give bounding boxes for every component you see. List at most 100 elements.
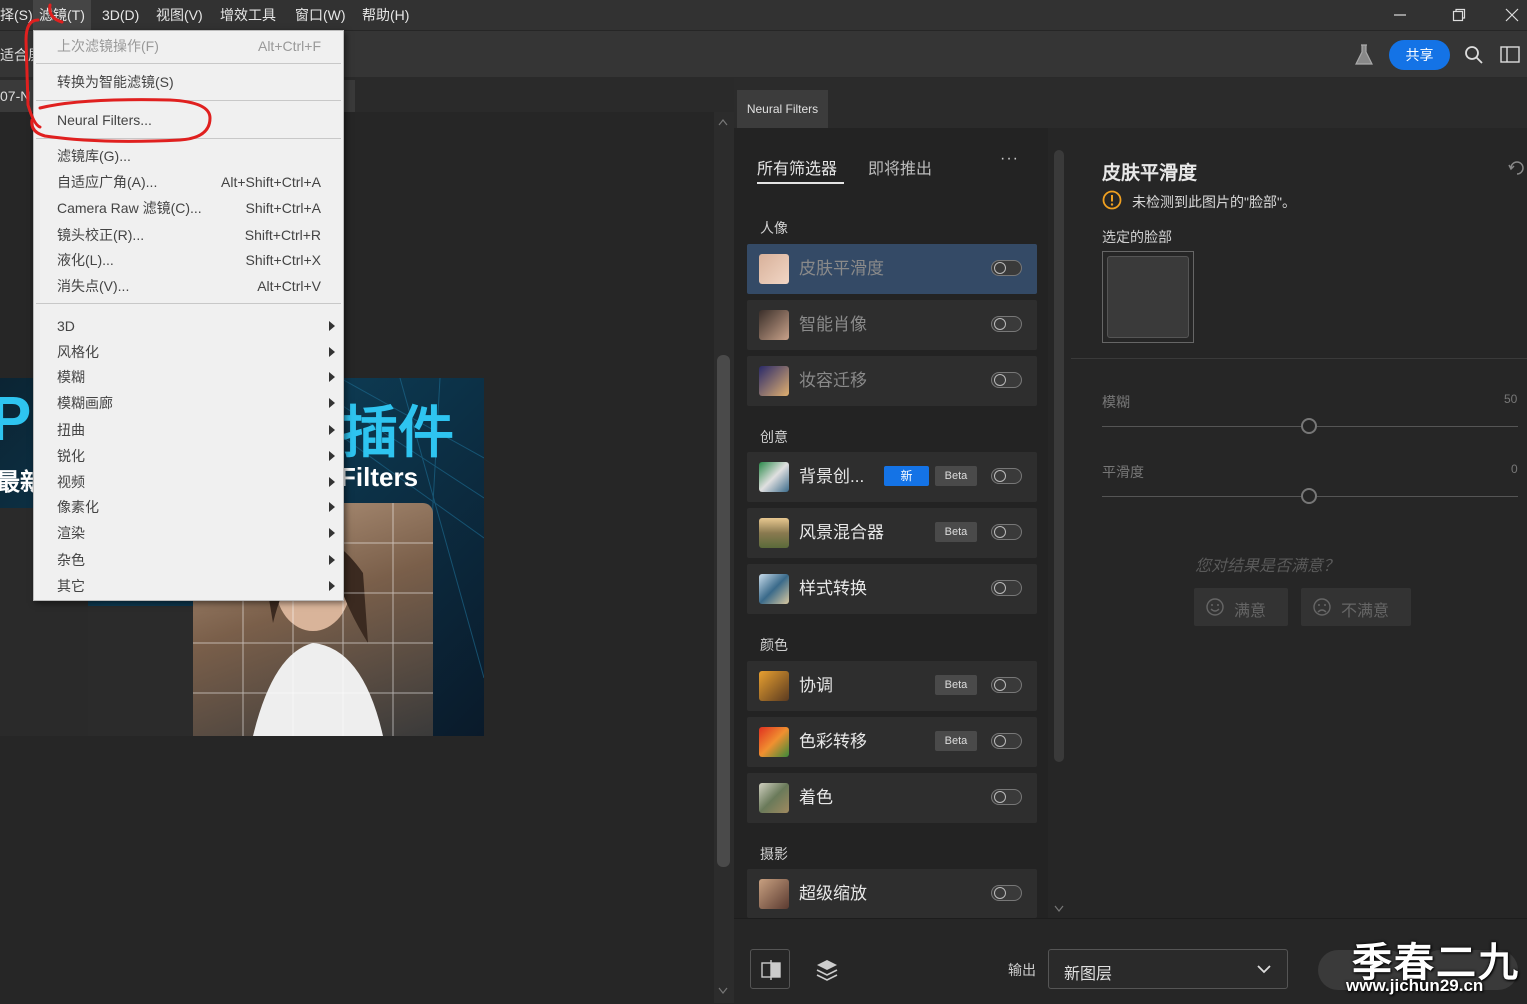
filter-row-super-zoom[interactable]: 超级缩放 — [747, 869, 1037, 918]
image-text-plugin: 插件 — [342, 401, 454, 464]
output-select[interactable]: 新图层 — [1048, 949, 1288, 989]
search-icon[interactable] — [1464, 45, 1484, 70]
style-transfer-thumbnail — [759, 574, 789, 604]
canvas-scrollbar[interactable] — [714, 112, 734, 1003]
filter-row-background-creator[interactable]: 背景创... 新 Beta — [747, 452, 1037, 502]
selected-face-label: 选定的脸部 — [1102, 229, 1172, 245]
smoothness-slider-value: 0 — [1511, 462, 1518, 476]
satisfied-label: 满意 — [1234, 603, 1267, 620]
menu-item-vanishing-point[interactable]: 消失点(V)... Alt+Ctrl+V — [34, 273, 343, 299]
restore-icon[interactable] — [1437, 0, 1481, 30]
tab-all-filters[interactable]: 所有筛选器 — [757, 155, 837, 179]
minimize-icon[interactable] — [1378, 0, 1422, 30]
category-photography: 摄影 — [760, 846, 788, 862]
new-badge: 新 — [884, 466, 929, 486]
menu-window[interactable]: 窗口(W) — [295, 0, 346, 30]
submenu-arrow-icon — [329, 321, 335, 331]
menu-item-distort[interactable]: 扭曲 — [34, 417, 343, 443]
reset-icon[interactable] — [1508, 160, 1526, 181]
beta-badge: Beta — [935, 675, 977, 695]
filter-row-style-transfer[interactable]: 样式转换 — [747, 564, 1037, 614]
feedback-question: 您对结果是否满意？ — [1195, 558, 1340, 575]
selected-face-box[interactable] — [1102, 251, 1194, 343]
menu-bar: 择(S) 滤镜(T) 3D(D) 视图(V) 增效工具 窗口(W) 帮助(H) — [0, 0, 1527, 30]
submenu-arrow-icon — [329, 477, 335, 487]
filter-row-smart-portrait[interactable]: 智能肖像 — [747, 300, 1037, 350]
filter-row-color-transfer[interactable]: 色彩转移 Beta — [747, 717, 1037, 767]
menu-item-3d[interactable]: 3D — [34, 313, 343, 339]
menu-item-stylize[interactable]: 风格化 — [34, 339, 343, 365]
filter-name: 着色 — [799, 788, 833, 807]
toggle-switch[interactable] — [991, 316, 1022, 332]
face-thumbnail-placeholder — [1107, 256, 1189, 338]
neural-filters-tabbar — [734, 78, 1527, 128]
filter-list-scroll-thumb[interactable] — [1054, 150, 1064, 762]
toggle-switch[interactable] — [991, 524, 1022, 540]
menu-help[interactable]: 帮助(H) — [362, 0, 409, 30]
more-options-icon[interactable]: ··· — [1000, 150, 1019, 168]
menu-item-camera-raw[interactable]: Camera Raw 滤镜(C)... Shift+Ctrl+A — [34, 195, 343, 221]
layers-icon[interactable] — [814, 957, 840, 988]
filter-row-colorize[interactable]: 着色 — [747, 773, 1037, 823]
toggle-switch[interactable] — [991, 733, 1022, 749]
menu-plugins[interactable]: 增效工具 — [220, 0, 276, 30]
warning-icon — [1102, 190, 1122, 215]
submenu-arrow-icon — [329, 555, 335, 565]
submenu-arrow-icon — [329, 451, 335, 461]
filter-row-landscape-mixer[interactable]: 风景混合器 Beta — [747, 508, 1037, 558]
smoothness-slider-handle[interactable] — [1301, 488, 1317, 504]
canvas-scroll-thumb[interactable] — [717, 355, 730, 867]
filter-list-scrollbar[interactable] — [1048, 128, 1070, 918]
menu-item-render[interactable]: 渲染 — [34, 520, 343, 546]
filter-row-skin-smoothing[interactable]: 皮肤平滑度 — [747, 244, 1037, 294]
flask-icon[interactable] — [1352, 43, 1376, 72]
warning-text: 未检测到此图片的"脸部"。 — [1132, 194, 1296, 210]
toggle-switch[interactable] — [991, 677, 1022, 693]
image-text-filters: Filters — [340, 462, 419, 492]
toggle-switch[interactable] — [991, 468, 1022, 484]
menu-item-video[interactable]: 视频 — [34, 469, 343, 495]
menu-item-pixelate[interactable]: 像素化 — [34, 494, 343, 520]
toggle-switch[interactable] — [991, 260, 1022, 276]
menu-item-sharpen[interactable]: 锐化 — [34, 443, 343, 469]
color-transfer-thumbnail — [759, 727, 789, 757]
menu-item-lens-correction[interactable]: 镜头校正(R)... Shift+Ctrl+R — [34, 222, 343, 248]
smart-portrait-thumbnail — [759, 310, 789, 340]
unsatisfied-button[interactable]: 不满意 — [1301, 588, 1411, 626]
filter-name: 皮肤平滑度 — [799, 259, 884, 278]
toggle-switch[interactable] — [991, 580, 1022, 596]
workspace-icon[interactable] — [1500, 46, 1520, 69]
makeup-transfer-thumbnail — [759, 366, 789, 396]
before-after-toggle[interactable] — [750, 949, 790, 989]
close-window-icon[interactable] — [1496, 0, 1527, 30]
satisfied-button[interactable]: 满意 — [1194, 588, 1288, 626]
menu-item-other[interactable]: 其它 — [34, 573, 343, 599]
toggle-switch[interactable] — [991, 372, 1022, 388]
scroll-up-icon[interactable] — [718, 118, 728, 129]
share-button[interactable]: 共享 — [1389, 40, 1450, 70]
menu-item-liquify[interactable]: 液化(L)... Shift+Ctrl+X — [34, 247, 343, 273]
menu-item-noise[interactable]: 杂色 — [34, 547, 343, 573]
output-select-value: 新图层 — [1064, 966, 1113, 983]
menu-item-blur-gallery[interactable]: 模糊画廊 — [34, 390, 343, 416]
filter-name: 样式转换 — [799, 579, 867, 598]
filter-name: 风景混合器 — [799, 523, 884, 542]
blur-slider-value: 50 — [1504, 392, 1518, 406]
submenu-arrow-icon — [329, 372, 335, 382]
smile-icon — [1206, 598, 1224, 616]
scroll-down-icon[interactable] — [1054, 900, 1064, 918]
neural-filters-panel-tab[interactable]: Neural Filters — [737, 90, 828, 128]
scroll-down-icon[interactable] — [718, 982, 728, 1000]
landscape-mixer-thumbnail — [759, 518, 789, 548]
submenu-arrow-icon — [329, 347, 335, 357]
toggle-switch[interactable] — [991, 885, 1022, 901]
blur-slider-handle[interactable] — [1301, 418, 1317, 434]
detail-title: 皮肤平滑度 — [1102, 163, 1198, 184]
menu-item-blur[interactable]: 模糊 — [34, 364, 343, 390]
tab-coming-soon[interactable]: 即将推出 — [868, 155, 932, 179]
filter-row-harmonization[interactable]: 协调 Beta — [747, 661, 1037, 711]
toggle-switch[interactable] — [991, 789, 1022, 805]
filter-row-makeup-transfer[interactable]: 妆容迁移 — [747, 356, 1037, 406]
submenu-arrow-icon — [329, 425, 335, 435]
menu-item-adaptive-wide-angle[interactable]: 自适应广角(A)... Alt+Shift+Ctrl+A — [34, 169, 343, 195]
